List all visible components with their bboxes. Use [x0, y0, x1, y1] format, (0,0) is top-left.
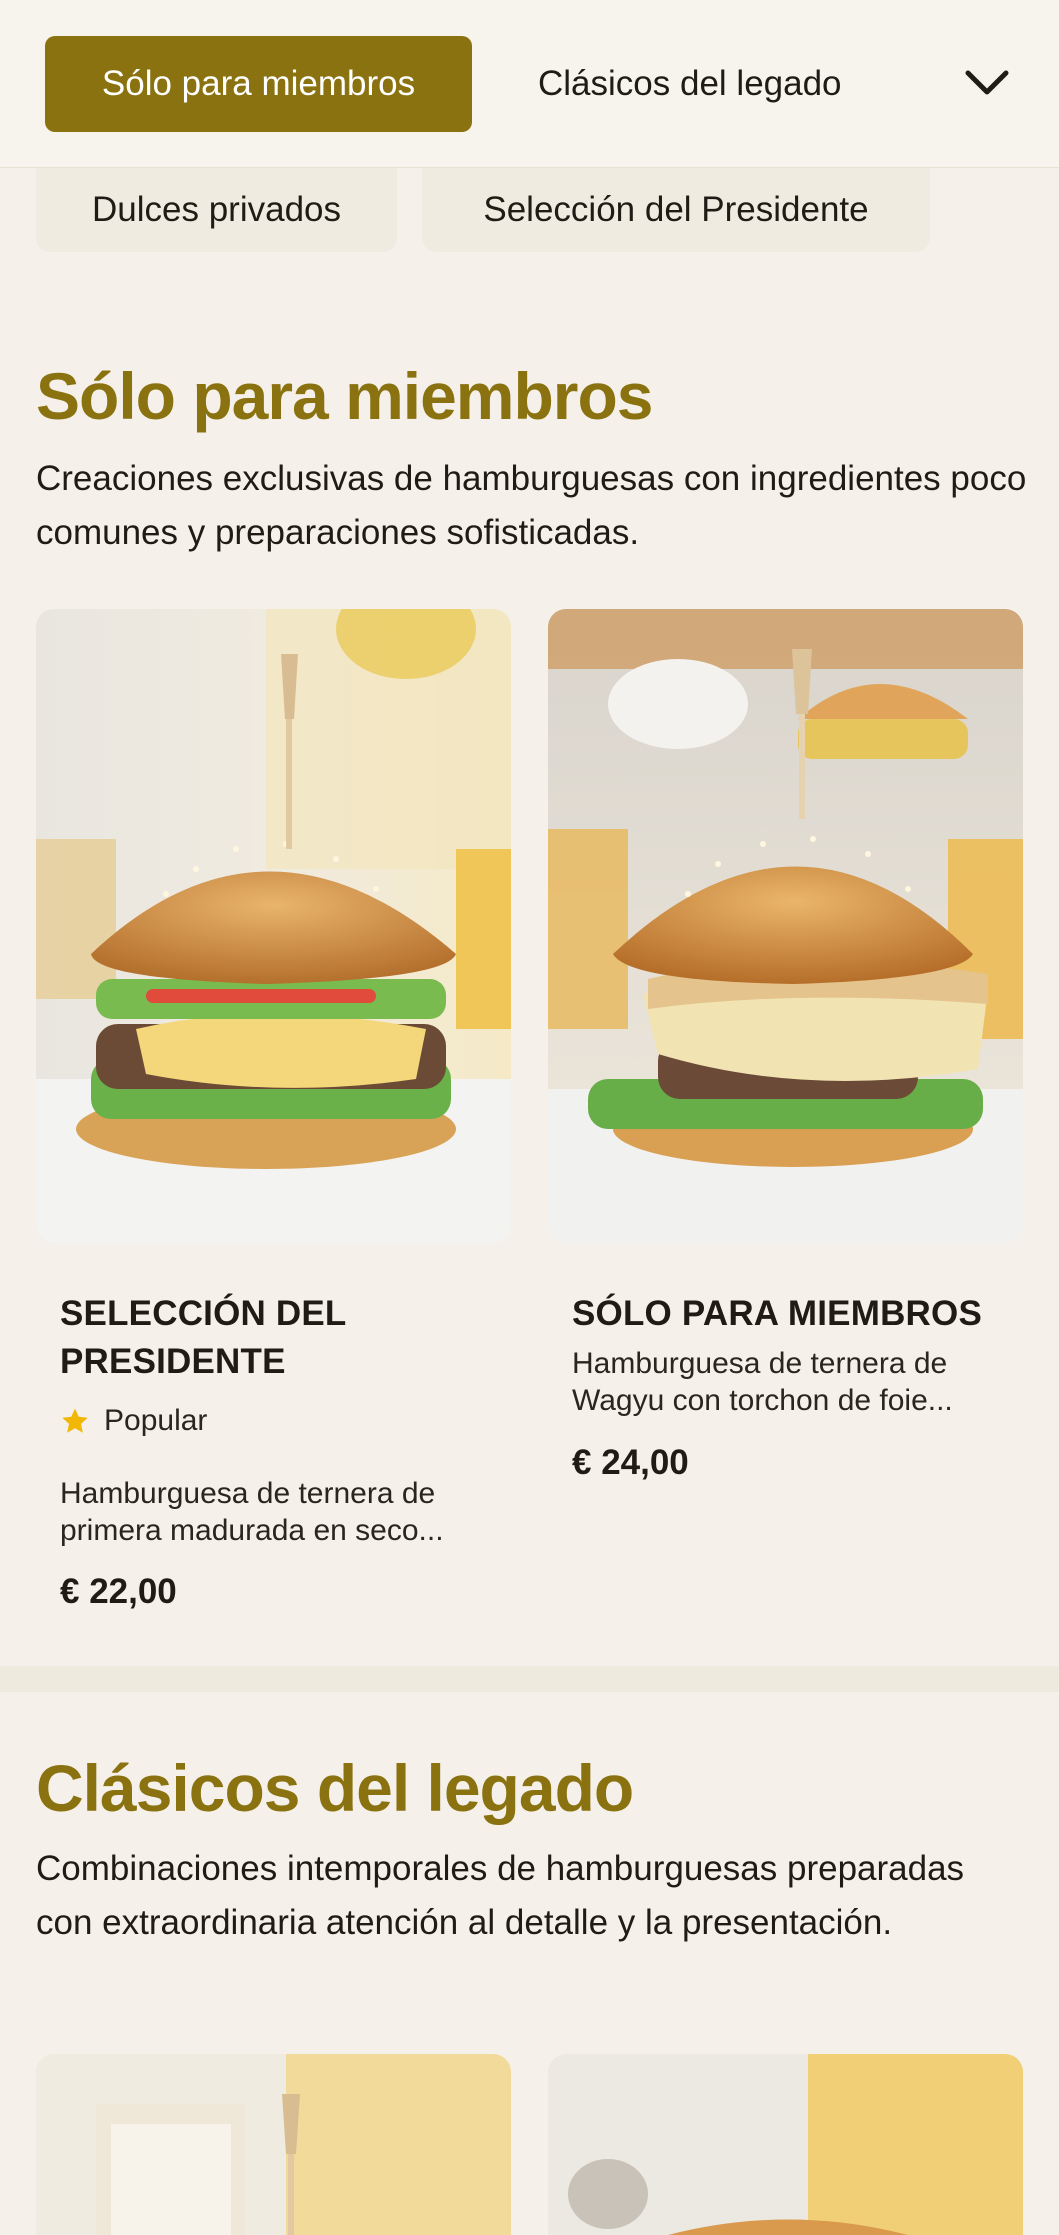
tab-solo-para-miembros[interactable]: Sólo para miembros: [45, 36, 472, 132]
burger-image-clasico-1[interactable]: [36, 2054, 511, 2235]
section-title: Sólo para miembros: [36, 359, 654, 433]
item-name: SÓLO PARA MIEMBROS: [572, 1294, 982, 1333]
chip-seleccion-del-presidente[interactable]: Selección del Presidente: [422, 168, 930, 252]
item-price: € 22,00: [60, 1572, 177, 1611]
section-description: Creaciones exclusivas de hamburguesas co…: [36, 459, 1027, 552]
chip-dulces-privados[interactable]: Dulces privados: [36, 168, 397, 252]
tab-scroll-fade: [840, 10, 950, 160]
chevron-down-icon[interactable]: [962, 58, 1012, 108]
item-description: Hamburguesa de ternera de Wagyu con torc…: [572, 1347, 953, 1417]
tab-clasicos-del-legado[interactable]: Clásicos del legado: [538, 36, 842, 132]
burger-image-clasico-2[interactable]: [548, 2054, 1023, 2235]
item-name: SELECCIÓN DEL PRESIDENTE: [60, 1294, 346, 1381]
burger-image-presidente[interactable]: [36, 609, 511, 1243]
section-title: Clásicos del legado: [36, 1751, 634, 1825]
section-divider: [0, 1666, 1059, 1692]
badge-label: Popular: [104, 1404, 208, 1437]
category-nav: Sólo para miembros Clásicos del legado: [0, 0, 1059, 168]
popular-badge: Popular: [60, 1404, 207, 1438]
star-icon: [62, 1408, 88, 1433]
item-description: Hamburguesa de ternera de primera madura…: [60, 1477, 444, 1547]
section-description: Combinaciones intemporales de hamburgues…: [36, 1849, 965, 1942]
burger-image-miembros[interactable]: [548, 609, 1023, 1243]
item-price: € 24,00: [572, 1443, 689, 1482]
